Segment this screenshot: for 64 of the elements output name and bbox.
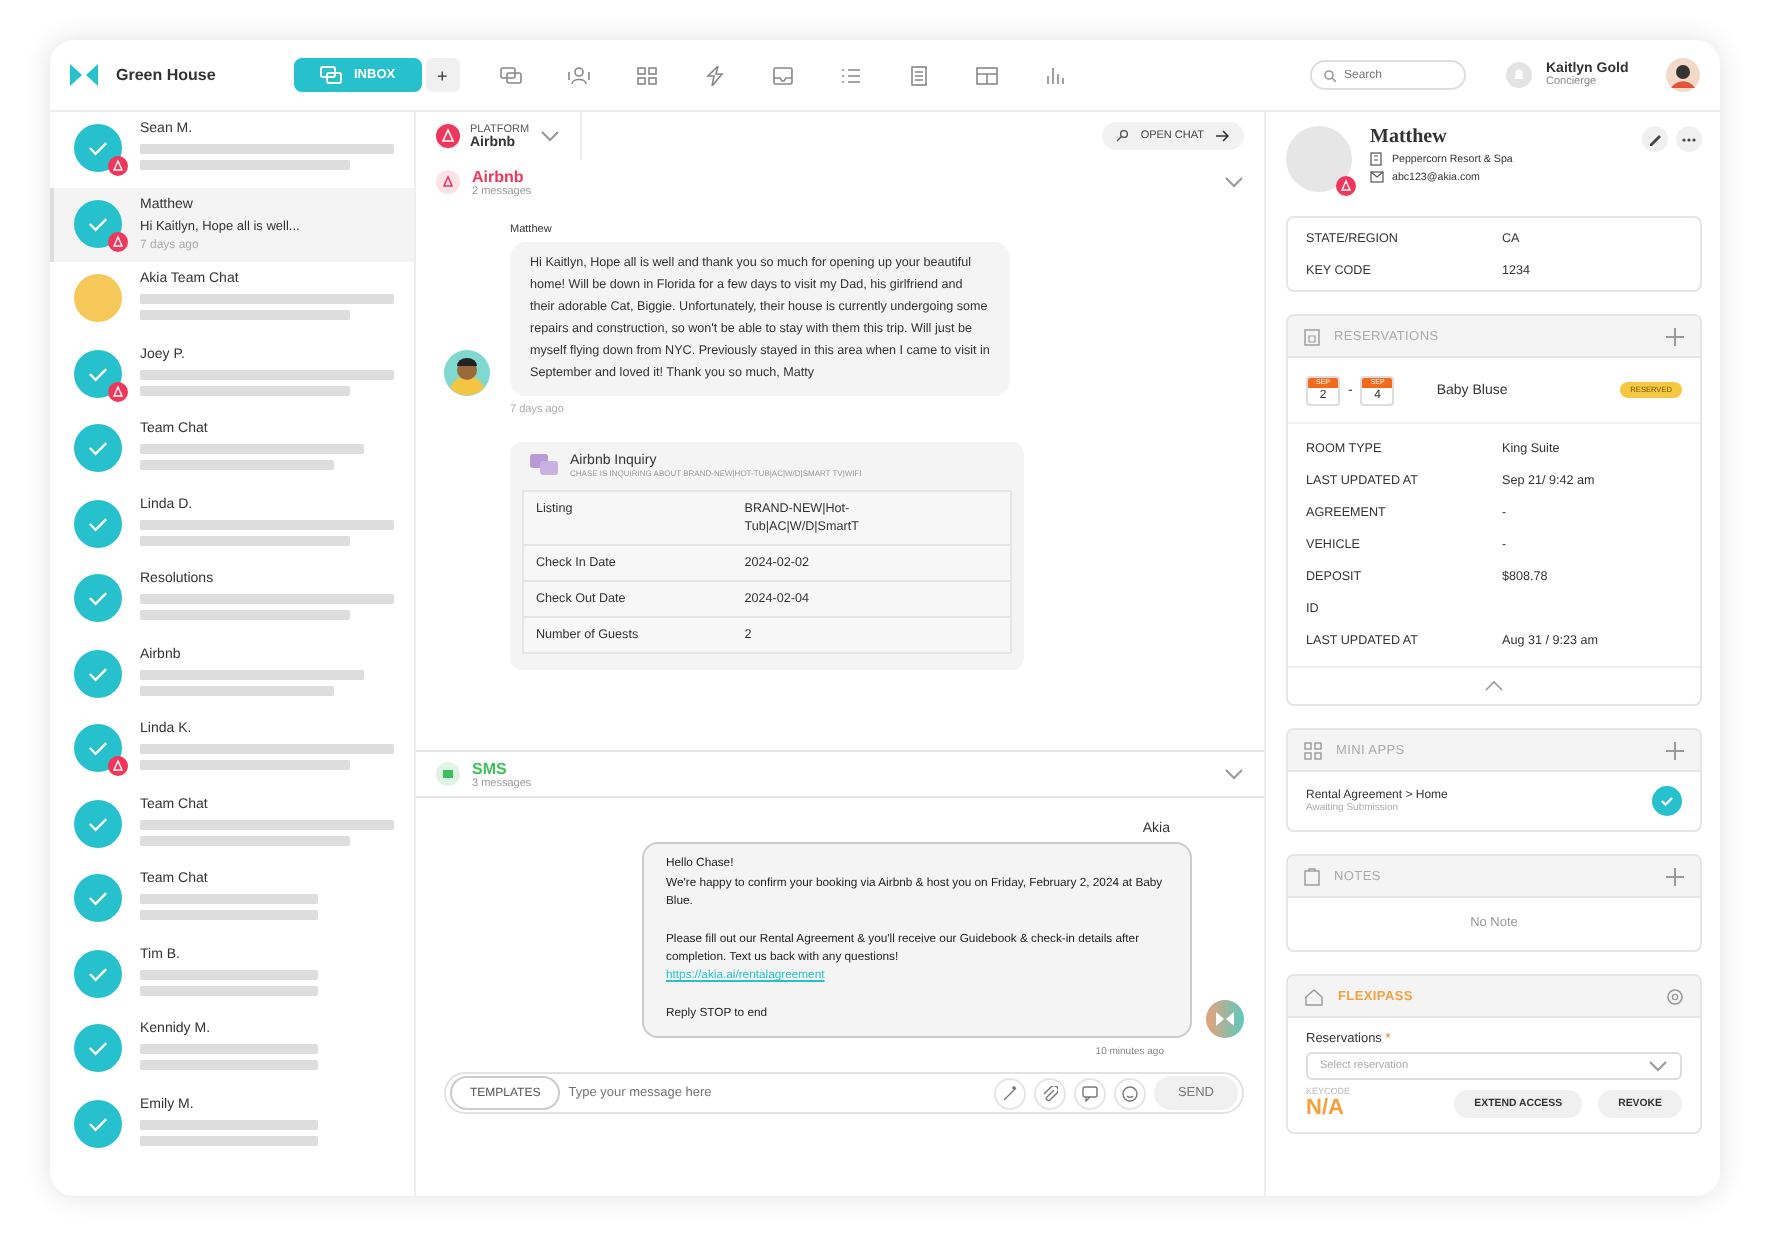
add-button[interactable]: + <box>425 58 460 92</box>
bowtie-logo-icon <box>70 64 98 86</box>
magic-wand-icon <box>1001 1085 1018 1102</box>
envelope-icon <box>1370 170 1384 184</box>
people-group-icon[interactable] <box>567 65 590 85</box>
chevron-down-icon <box>1224 176 1244 188</box>
chevron-up-icon[interactable] <box>1484 680 1504 692</box>
check-icon <box>74 124 122 172</box>
document-icon[interactable] <box>907 65 930 85</box>
check-icon <box>74 949 122 997</box>
paperclip-button[interactable] <box>1033 1077 1066 1110</box>
arrow-right-icon <box>1216 130 1230 142</box>
checklist-icon[interactable] <box>839 65 862 85</box>
plus-icon[interactable] <box>1666 327 1684 345</box>
building-icon <box>1370 152 1384 166</box>
keycode-value: N/A <box>1306 1096 1346 1120</box>
check-icon <box>74 349 122 397</box>
check-icon <box>74 724 122 772</box>
bar-chart-icon[interactable] <box>1043 65 1066 85</box>
check-icon <box>74 199 122 247</box>
comment-button[interactable] <box>1073 1077 1106 1110</box>
paperclip-icon <box>1041 1085 1058 1102</box>
table-icon[interactable] <box>975 65 998 85</box>
avatar-silhouette-icon <box>1666 58 1700 92</box>
lightning-icon[interactable] <box>703 65 726 85</box>
chat-bubbles-icon[interactable] <box>499 65 522 85</box>
pencil-icon <box>1648 132 1662 146</box>
chevron-down-icon <box>539 130 560 142</box>
check-icon <box>74 1024 122 1072</box>
check-icon <box>74 649 122 697</box>
airbnb-badge-icon <box>1336 176 1356 196</box>
check-icon <box>74 574 122 622</box>
grid-icon <box>1304 741 1322 759</box>
bowtie-logo-icon <box>1206 1000 1244 1039</box>
check-icon <box>74 424 122 472</box>
comment-icon <box>1081 1085 1098 1102</box>
airbnb-logo-icon <box>436 170 460 194</box>
chevron-down-icon <box>1224 768 1244 781</box>
house-icon <box>1304 987 1324 1005</box>
more-button[interactable] <box>1676 126 1702 152</box>
thread-title: Airbnb <box>472 167 526 185</box>
check-icon <box>74 874 122 922</box>
chat-bubbles-icon <box>320 66 342 84</box>
airbnb-logo-icon <box>436 124 460 148</box>
edit-button[interactable] <box>1642 126 1668 152</box>
thread-title: SMS <box>472 759 509 778</box>
contact-name: Matthew <box>1370 126 1449 148</box>
check-icon <box>74 799 122 847</box>
clipboard-icon <box>1304 867 1320 885</box>
smiley-button[interactable] <box>1113 1077 1146 1110</box>
chevron-down-icon <box>1648 1060 1668 1072</box>
chat-bubbles-icon <box>530 454 558 477</box>
check-icon <box>74 1099 122 1147</box>
inbox-tray-icon[interactable] <box>771 65 794 85</box>
plus-icon[interactable] <box>1666 741 1684 759</box>
avatar-silhouette-icon <box>444 350 490 397</box>
avatar-circle <box>74 274 122 322</box>
smiley-icon <box>1121 1085 1138 1102</box>
search-icon <box>1324 70 1336 82</box>
magic-wand-button[interactable] <box>993 1077 1026 1110</box>
plus-icon[interactable] <box>1666 867 1684 885</box>
brand-name: Green House <box>116 66 218 84</box>
grid-icon[interactable] <box>635 65 658 85</box>
check-icon <box>74 499 122 547</box>
